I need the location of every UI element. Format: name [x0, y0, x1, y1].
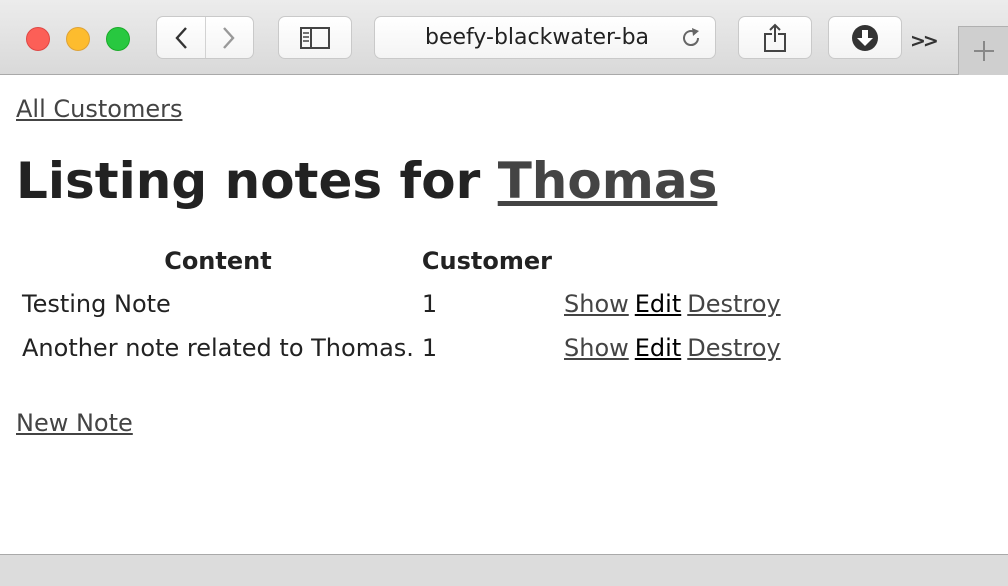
show-note-link[interactable]: Show [564, 290, 629, 318]
reload-icon[interactable] [679, 26, 703, 50]
new-note-link[interactable]: New Note [16, 409, 133, 437]
all-customers-link[interactable]: All Customers [16, 95, 182, 123]
plus-icon [973, 41, 994, 61]
sidebar-icon [300, 26, 330, 49]
customer-name-link[interactable]: Thomas [498, 152, 718, 210]
destroy-note-link[interactable]: Destroy [687, 334, 780, 362]
column-header-customer: Customer [421, 247, 552, 275]
table-row: Another note related to Thomas. 1 Show Ed… [20, 326, 789, 370]
notes-table: Content Customer Testing Note 1 Show Edit… [16, 240, 793, 370]
share-button[interactable] [738, 16, 812, 59]
toolbar-overflow-button[interactable]: >> [910, 30, 939, 52]
status-bar [0, 554, 1008, 586]
note-customer-cell: 1 [421, 334, 438, 362]
browser-toolbar: beefy-blackwater-ba >> [0, 0, 1008, 75]
destroy-note-link[interactable]: Destroy [687, 290, 780, 318]
note-content-cell: Testing Note [22, 290, 171, 318]
sidebar-toggle-button[interactable] [278, 16, 352, 59]
back-button[interactable] [157, 17, 205, 58]
note-content-cell: Another note related to Thomas. [22, 334, 414, 362]
note-customer-cell: 1 [421, 290, 438, 318]
download-icon [852, 24, 878, 51]
downloads-button[interactable] [828, 16, 902, 59]
new-tab-button[interactable] [958, 26, 1008, 75]
chevron-right-icon [223, 26, 235, 49]
show-note-link[interactable]: Show [564, 334, 629, 362]
zoom-window-button[interactable] [106, 27, 130, 51]
note-actions-cell: Show Edit Destroy [558, 326, 789, 370]
close-window-button[interactable] [26, 27, 50, 51]
page-title-prefix: Listing notes for [16, 152, 498, 210]
minimize-window-button[interactable] [66, 27, 90, 51]
page-title: Listing notes for Thomas [16, 152, 717, 210]
share-icon [764, 23, 786, 52]
table-row: Testing Note 1 Show Edit Destroy [20, 282, 789, 326]
navigation-buttons [156, 16, 254, 59]
address-bar[interactable]: beefy-blackwater-ba [374, 16, 716, 59]
chevron-left-icon [175, 26, 187, 49]
note-actions-cell: Show Edit Destroy [558, 282, 789, 326]
table-header-row: Content Customer [20, 240, 789, 282]
column-header-actions [558, 240, 789, 282]
forward-button[interactable] [204, 17, 254, 58]
column-header-content: Content [164, 247, 272, 275]
edit-note-link[interactable]: Edit [635, 290, 681, 318]
edit-note-link[interactable]: Edit [635, 334, 681, 362]
address-url: beefy-blackwater-ba [425, 25, 650, 50]
